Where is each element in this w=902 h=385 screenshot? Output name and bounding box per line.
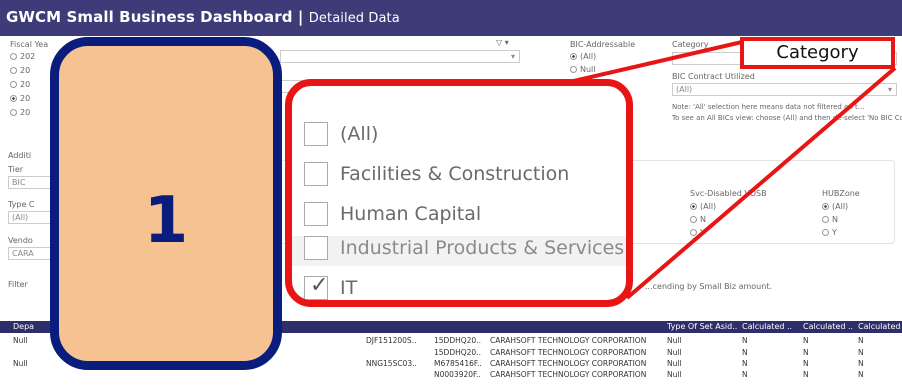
- category-dropdown-list[interactable]: (All) Facilities & Construction Human Ca…: [285, 79, 633, 307]
- checkbox-icon[interactable]: [304, 122, 328, 146]
- category-callout: Category: [740, 37, 895, 69]
- dropdown-option-all[interactable]: (All): [304, 122, 378, 152]
- step-annotation-box: 1: [50, 37, 282, 370]
- checkbox-icon[interactable]: [304, 162, 328, 186]
- dropdown-option-facilities[interactable]: Facilities & Construction: [304, 162, 569, 192]
- checkbox-icon[interactable]: [304, 202, 328, 226]
- dropdown-option-it[interactable]: ✓ IT: [304, 273, 357, 300]
- checkbox-icon[interactable]: [304, 236, 328, 260]
- dropdown-option-human-capital[interactable]: Human Capital: [304, 202, 481, 232]
- dropdown-option-industrial[interactable]: Industrial Products & Services: [292, 236, 626, 266]
- checkbox-checked-icon[interactable]: ✓: [304, 273, 328, 300]
- step-number: 1: [143, 184, 189, 258]
